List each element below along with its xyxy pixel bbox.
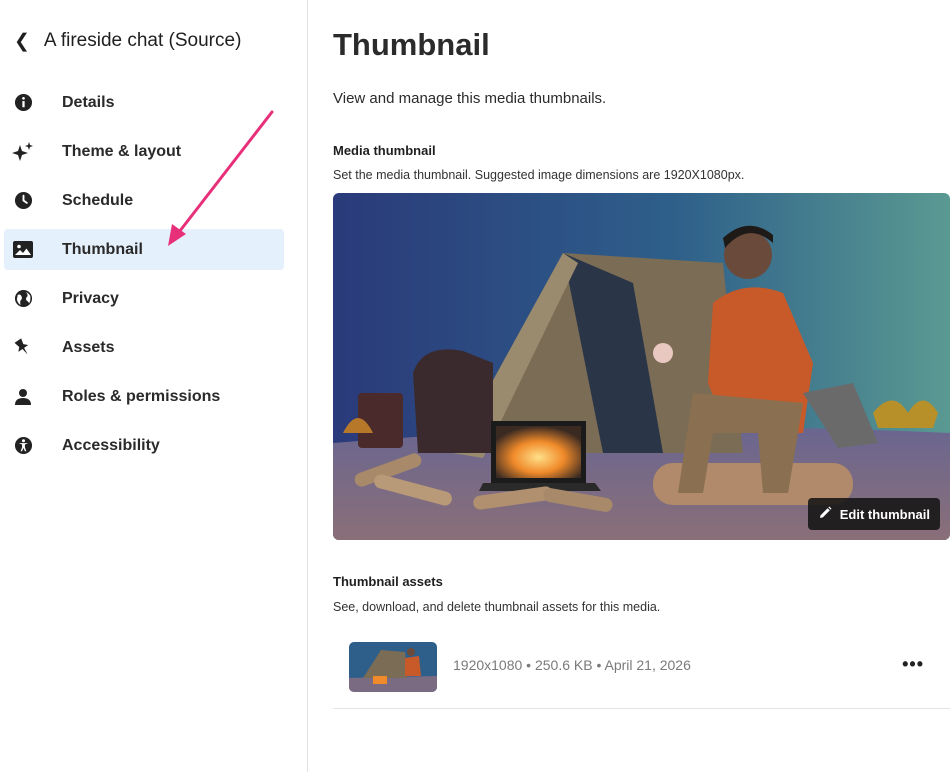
media-thumbnail-description: Set the media thumbnail. Suggested image… xyxy=(333,168,745,182)
sidebar-item-label: Theme & layout xyxy=(62,142,182,160)
more-options-button[interactable]: ••• xyxy=(902,654,924,675)
pin-icon xyxy=(10,338,36,357)
sidebar-item-label: Assets xyxy=(62,338,115,356)
thumbnail-scene xyxy=(333,193,950,540)
sidebar: ❮ A fireside chat (Source) Details Theme… xyxy=(0,0,308,772)
media-thumbnail-title: Media thumbnail xyxy=(333,143,436,158)
thumbnail-assets-description: See, download, and delete thumbnail asse… xyxy=(333,600,661,614)
sidebar-item-theme-layout[interactable]: Theme & layout xyxy=(4,131,284,172)
sidebar-item-privacy[interactable]: Privacy xyxy=(4,278,284,319)
person-icon xyxy=(10,388,36,406)
sidebar-item-assets[interactable]: Assets xyxy=(4,327,284,368)
back-button[interactable]: ❮ A fireside chat (Source) xyxy=(14,30,241,52)
sidebar-item-thumbnail[interactable]: Thumbnail xyxy=(4,229,284,270)
asset-thumbnail-image xyxy=(349,642,437,692)
image-icon xyxy=(10,241,36,258)
list-item: 1920x1080 • 250.6 KB • April 21, 2026 ••… xyxy=(333,632,950,709)
edit-thumbnail-button[interactable]: Edit thumbnail xyxy=(807,498,940,530)
sidebar-item-label: Privacy xyxy=(62,289,119,307)
sidebar-item-accessibility[interactable]: Accessibility xyxy=(4,425,284,466)
sparkle-icon xyxy=(10,141,36,162)
thumbnail-assets-title: Thumbnail assets xyxy=(333,574,443,589)
sidebar-item-roles[interactable]: Roles & permissions xyxy=(4,376,284,417)
back-label: A fireside chat (Source) xyxy=(43,30,242,51)
sidebar-item-details[interactable]: Details xyxy=(4,82,284,123)
accessibility-icon xyxy=(10,436,36,455)
globe-icon xyxy=(10,289,36,308)
sidebar-item-label: Thumbnail xyxy=(62,240,143,258)
info-icon xyxy=(10,93,36,112)
sidebar-item-label: Schedule xyxy=(62,191,134,209)
chevron-left-icon: ❮ xyxy=(14,30,30,52)
sidebar-nav: Details Theme & layout Schedule Thumbnai… xyxy=(4,82,284,474)
page-title: Thumbnail xyxy=(333,27,490,62)
sidebar-item-label: Accessibility xyxy=(62,436,160,454)
asset-meta: 1920x1080 • 250.6 KB • April 21, 2026 xyxy=(453,657,691,673)
clock-icon xyxy=(10,191,36,210)
sidebar-item-label: Roles & permissions xyxy=(62,387,221,405)
sidebar-item-schedule[interactable]: Schedule xyxy=(4,180,284,221)
pencil-icon xyxy=(818,506,832,523)
sidebar-item-label: Details xyxy=(62,93,115,111)
media-thumbnail-image: Edit thumbnail xyxy=(333,193,950,540)
edit-thumbnail-label: Edit thumbnail xyxy=(839,506,930,522)
page-intro: View and manage this media thumbnails. xyxy=(333,90,607,107)
